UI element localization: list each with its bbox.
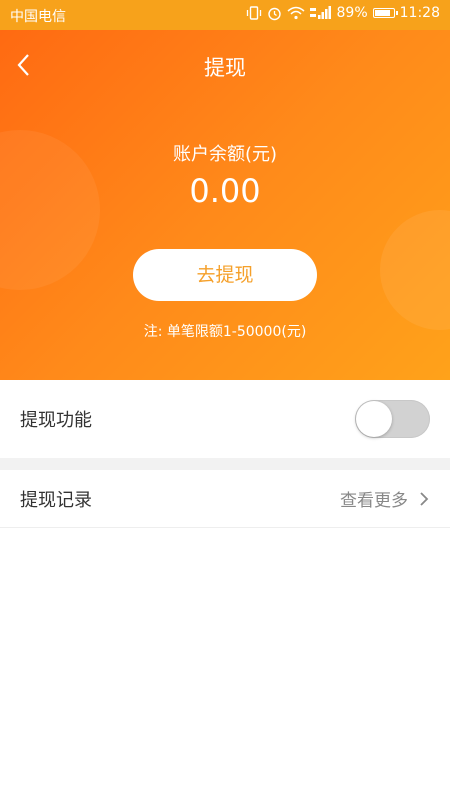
signal-icon [309, 6, 332, 20]
battery-percentage: 89% [336, 5, 368, 21]
balance-header: 提现 账户余额(元) 0.00 去提现 注: 单笔限额1-50000(元) [0, 30, 450, 380]
balance-label: 账户余额(元) [172, 144, 278, 165]
vibrate-icon [246, 6, 262, 20]
toggle-knob [356, 401, 392, 437]
withdraw-function-label: 提现功能 [20, 410, 92, 431]
status-time: 11:28 [399, 5, 440, 21]
status-bar: 中国电信 89% 11:28 [0, 0, 450, 30]
view-more-link[interactable]: 查看更多 [340, 486, 430, 511]
battery-icon [372, 8, 398, 18]
view-more-label: 查看更多 [340, 491, 408, 511]
status-icons: 89% 11:28 [246, 5, 440, 21]
withdraw-function-toggle[interactable] [355, 400, 430, 438]
decorative-bubble [380, 210, 450, 330]
page-title: 提现 [204, 56, 246, 80]
withdraw-button[interactable]: 去提现 [133, 249, 317, 301]
withdraw-function-row: 提现功能 [0, 380, 450, 458]
withdraw-records-row[interactable]: 提现记录 查看更多 [0, 470, 450, 528]
balance-value: 0.00 [189, 172, 261, 210]
withdraw-records-label: 提现记录 [20, 489, 92, 511]
chevron-right-icon [420, 491, 429, 506]
section-divider [0, 458, 450, 470]
limit-note: 注: 单笔限额1-50000(元) [143, 324, 307, 340]
carrier-name: 中国电信 [10, 9, 66, 25]
wifi-icon [287, 6, 305, 20]
alarm-icon [267, 6, 282, 21]
